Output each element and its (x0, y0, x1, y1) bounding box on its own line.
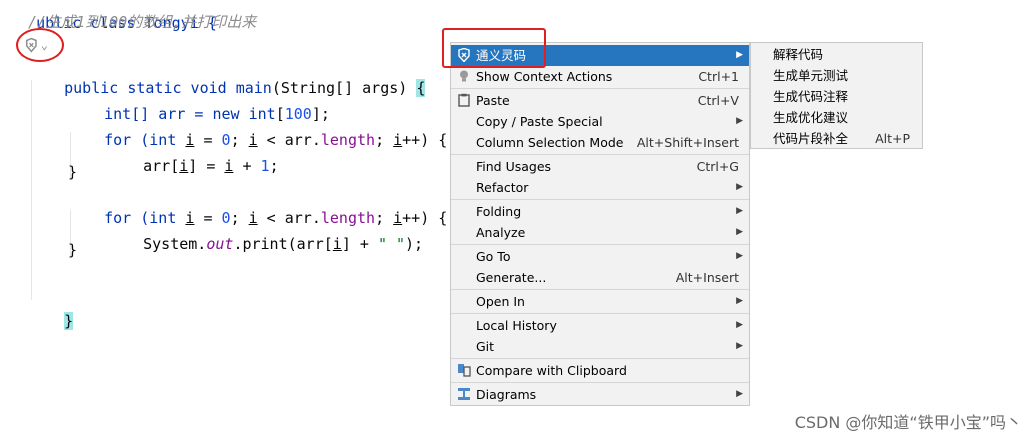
annotation-circle (16, 28, 64, 62)
menu-separator (451, 88, 749, 89)
watermark: CSDN @你知道“铁甲小宝”吗丶 (794, 413, 1022, 432)
for-loop-line: for (int i = 0; i < arr.length; i++) { (104, 131, 448, 149)
menu-item-open-in[interactable]: Open In ▶ (451, 291, 749, 312)
menu-separator (451, 358, 749, 359)
menu-item-local-history[interactable]: Local History ▶ (451, 315, 749, 336)
annotation-rectangle (442, 28, 546, 68)
submenu-arrow-icon: ▶ (736, 251, 743, 261)
indent-guide (31, 80, 32, 300)
menu-separator (451, 289, 749, 290)
menu-item-analyze[interactable]: Analyze ▶ (451, 222, 749, 243)
menu-item-paste[interactable]: Paste Ctrl+V (451, 90, 749, 111)
submenu-item-code-snippet-completion[interactable]: 代码片段补全 (773, 128, 848, 149)
bulb-icon (460, 70, 468, 82)
submenu-arrow-icon: ▶ (736, 389, 743, 399)
menu-separator (451, 313, 749, 314)
menu-item-git[interactable]: Git ▶ (451, 336, 749, 357)
for-loop-line: for (int i = 0; i < arr.length; i++) { (104, 209, 448, 227)
submenu-item-generate-unit-test[interactable]: 生成单元测试 (773, 65, 848, 86)
menu-item-folding[interactable]: Folding ▶ (451, 201, 749, 222)
menu-separator (451, 154, 749, 155)
menu-item-copy-paste-special[interactable]: Copy / Paste Special ▶ (451, 111, 749, 132)
menu-separator (451, 244, 749, 245)
menu-item-go-to[interactable]: Go To ▶ (451, 246, 749, 267)
submenu-arrow-icon: ▶ (736, 182, 743, 192)
menu-item-refactor[interactable]: Refactor ▶ (451, 177, 749, 198)
compare-icon (458, 364, 471, 377)
submenu-item-explain-code[interactable]: 解释代码 (773, 44, 823, 65)
submenu-shortcut: Alt+P (875, 131, 910, 146)
code-editor[interactable]: ublic class Tongyi { //生成1到100的数组,并打印出来 … (0, 0, 450, 443)
menu-separator (451, 199, 749, 200)
submenu-arrow-icon: ▶ (736, 50, 743, 60)
clipboard-icon (458, 93, 470, 107)
submenu-arrow-icon: ▶ (736, 227, 743, 237)
submenu-item-generate-comments[interactable]: 生成代码注释 (773, 86, 848, 107)
submenu-arrow-icon: ▶ (736, 296, 743, 306)
submenu-arrow-icon: ▶ (736, 320, 743, 330)
closing-brace: } (68, 241, 78, 259)
print-line: System.out.print(arr[i] + " "); (143, 235, 424, 253)
array-declaration-line: int[] arr = new int[100]; (104, 105, 330, 123)
menu-item-diagrams[interactable]: Diagrams ▶ (451, 384, 749, 405)
menu-item-column-selection-mode[interactable]: Column Selection Mode Alt+Shift+Insert (451, 132, 749, 153)
submenu-item-optimization-suggestions[interactable]: 生成优化建议 (773, 107, 848, 128)
submenu-arrow-icon: ▶ (736, 341, 743, 351)
menu-item-show-context-actions[interactable]: Show Context Actions Ctrl+1 (451, 66, 749, 87)
tongyi-submenu: 解释代码 生成单元测试 生成代码注释 生成优化建议 代码片段补全 Alt+P (750, 42, 923, 149)
menu-separator (451, 382, 749, 383)
context-menu: 通义灵码 ▶ Show Context Actions Ctrl+1 Paste… (450, 42, 750, 406)
submenu-arrow-icon: ▶ (736, 116, 743, 126)
menu-item-compare-clipboard[interactable]: Compare with Clipboard (451, 360, 749, 381)
menu-item-find-usages[interactable]: Find Usages Ctrl+G (451, 156, 749, 177)
submenu-arrow-icon: ▶ (736, 206, 743, 216)
diagram-icon (458, 388, 470, 400)
closing-brace: } (64, 312, 74, 330)
code-comment: //生成1到100的数组,并打印出来 (28, 13, 257, 31)
main-method-line: public static void main(String[] args) { (64, 79, 426, 97)
menu-item-generate[interactable]: Generate... Alt+Insert (451, 267, 749, 288)
assignment-line: arr[i] = i + 1; (143, 157, 279, 175)
closing-brace: } (68, 163, 78, 181)
